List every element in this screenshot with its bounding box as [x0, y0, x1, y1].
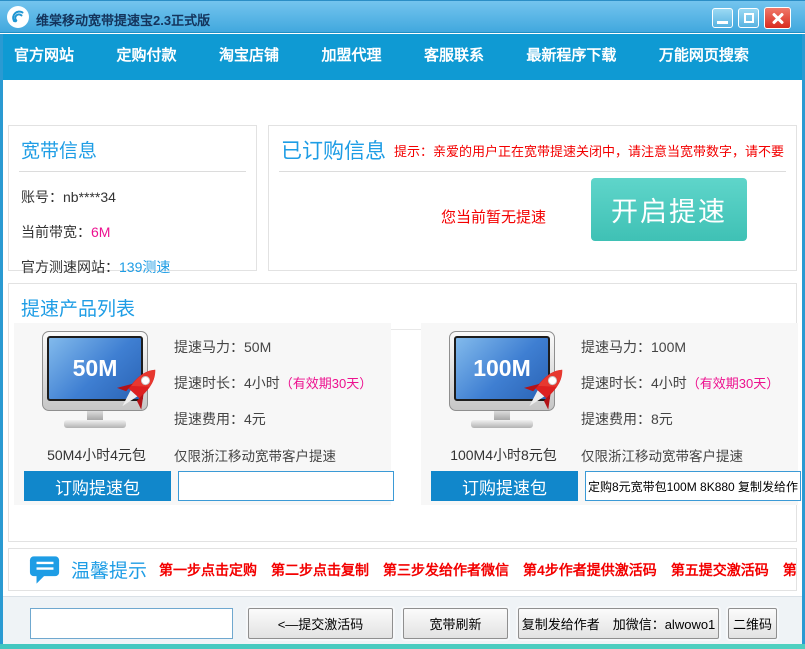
ordered-info-hint: 提示：亲爱的用户正在宽带提速关闭中，请注意当宽带数字，请不要频繁: [394, 141, 784, 160]
nav-item-taobao-shop[interactable]: 淘宝店铺: [219, 44, 279, 65]
product-card-100m: 100M 100M4小时8元包 提速马力：100M: [421, 323, 798, 505]
minimize-button[interactable]: [712, 8, 733, 28]
monitor-graphic-50m: 50M: [32, 331, 158, 428]
product-details: 提速马力：50M 提速时长：4小时（有效期30天） 提速费用：4元 仅限浙江移动…: [174, 337, 372, 465]
qr-code-button[interactable]: 二维码: [728, 608, 777, 639]
order-package-button-100m[interactable]: 订购提速包: [431, 471, 578, 501]
tips-step-2: 第二步点击复制: [271, 560, 369, 580]
monitor-neck: [87, 411, 103, 420]
product-fee: 提速费用：8元: [581, 409, 779, 429]
copy-to-author-button[interactable]: 复制发给作者 加微信：alwowo1: [518, 608, 719, 639]
nav-item-order-payment[interactable]: 定购付款: [116, 44, 176, 65]
order-code-input-100m[interactable]: [585, 471, 801, 501]
ordered-info-title: 已订购信息: [281, 135, 386, 165]
minimize-icon: [717, 21, 728, 24]
speedtest-label: 官方测速网站：: [21, 259, 119, 275]
bottom-toolbar: <—提交激活码 宽带刷新 复制发给作者 加微信：alwowo1 二维码: [3, 596, 802, 644]
order-code-input-50m[interactable]: [178, 471, 394, 501]
bandwidth-row: 当前带宽：6M: [9, 222, 256, 242]
nav-item-join-agent[interactable]: 加盟代理: [321, 44, 381, 65]
nav-item-web-search[interactable]: 万能网页搜索: [659, 44, 749, 65]
broadband-refresh-button[interactable]: 宽带刷新: [403, 608, 508, 639]
tips-panel: 温馨提示 第一步点击定购 第二步点击复制 第三步发给作者微信 第4步作者提供激活…: [8, 548, 797, 591]
bandwidth-label: 当前带宽：: [21, 224, 91, 240]
product-power: 提速马力：100M: [581, 337, 779, 357]
start-boost-button[interactable]: 开启提速: [591, 178, 747, 241]
ordered-info-header: 已订购信息 提示：亲爱的用户正在宽带提速关闭中，请注意当宽带数字，请不要频繁: [269, 126, 796, 171]
validity-text: （有效期30天）: [280, 376, 372, 391]
tips-step-5: 第五提交激活码: [671, 560, 769, 580]
product-caption: 50M4小时4元包: [24, 445, 169, 465]
chat-bubble-icon: [29, 555, 61, 585]
duration-text: 提速时长：4小时: [174, 375, 280, 391]
product-card-50m: 50M 50M4小时4元包 提速马力：50M: [14, 323, 391, 505]
app-window: 维棠移动宽带提速宝2.3正式版 官方网站 定购付款 淘宝店铺 加盟代理 客服联系…: [0, 0, 805, 649]
account-label: 账号：: [21, 189, 63, 205]
products-panel: 提速产品列表 50M: [8, 283, 797, 542]
close-button[interactable]: [764, 7, 791, 29]
tips-step-1: 第一步点击定购: [159, 560, 257, 580]
product-caption: 100M4小时8元包: [431, 445, 576, 465]
tips-step-6: 第六步开启提速: [783, 560, 796, 580]
nav-item-customer-service[interactable]: 客服联系: [424, 44, 484, 65]
product-note: 仅限浙江移动宽带客户提速: [581, 445, 779, 465]
product-power: 提速马力：50M: [174, 337, 372, 357]
window-title: 维棠移动宽带提速宝2.3正式版: [36, 10, 210, 29]
nav-bar: 官方网站 定购付款 淘宝店铺 加盟代理 客服联系 最新程序下载 万能网页搜索: [0, 34, 805, 80]
product-duration: 提速时长：4小时（有效期30天）: [174, 373, 372, 393]
tips-step-4: 第4步作者提供激活码: [523, 560, 657, 580]
activation-code-input[interactable]: [30, 608, 233, 639]
title-bar: 维棠移动宽带提速宝2.3正式版: [0, 0, 805, 33]
tips-steps: 第一步点击定购 第二步点击复制 第三步发给作者微信 第4步作者提供激活码 第五提…: [159, 560, 796, 580]
divider: [279, 171, 786, 172]
monitor-base: [64, 420, 126, 428]
duration-text: 提速时长：4小时: [581, 375, 687, 391]
account-value: nb****34: [63, 189, 116, 205]
monitor-graphic-100m: 100M: [439, 331, 565, 428]
maximize-button[interactable]: [738, 8, 759, 28]
order-package-button-50m[interactable]: 订购提速包: [24, 471, 171, 501]
speedtest-link[interactable]: 139测速: [119, 259, 170, 275]
product-duration: 提速时长：4小时（有效期30天）: [581, 373, 779, 393]
divider: [19, 171, 246, 172]
ordered-info-panel: 已订购信息 提示：亲爱的用户正在宽带提速关闭中，请注意当宽带数字，请不要频繁 您…: [268, 125, 797, 271]
broadband-info-panel: 宽带信息 账号：nb****34 当前带宽：6M 官方测速网站：139测速: [8, 125, 257, 271]
bandwidth-value: 6M: [91, 224, 110, 240]
maximize-icon: [744, 13, 754, 23]
nav-item-official-site[interactable]: 官方网站: [14, 44, 74, 65]
account-row: 账号：nb****34: [9, 187, 256, 207]
product-details: 提速马力：100M 提速时长：4小时（有效期30天） 提速费用：8元 仅限浙江移…: [581, 337, 779, 465]
validity-text: （有效期30天）: [687, 376, 779, 391]
submit-activation-button[interactable]: <—提交激活码: [248, 608, 393, 639]
app-logo-icon: [7, 6, 29, 28]
nav-item-latest-download[interactable]: 最新程序下载: [526, 44, 616, 65]
product-note: 仅限浙江移动宽带客户提速: [174, 445, 372, 465]
product-fee: 提速费用：4元: [174, 409, 372, 429]
monitor-base: [471, 420, 533, 428]
window-border-left: [0, 34, 3, 644]
tips-title: 温馨提示: [71, 556, 147, 583]
tips-step-3: 第三步发给作者微信: [383, 560, 509, 580]
speedtest-row: 官方测速网站：139测速: [9, 257, 256, 277]
monitor-neck: [494, 411, 510, 420]
broadband-info-title: 宽带信息: [9, 126, 256, 171]
boost-status-text: 您当前暂无提速: [441, 206, 546, 227]
window-border-bottom: [0, 644, 805, 649]
